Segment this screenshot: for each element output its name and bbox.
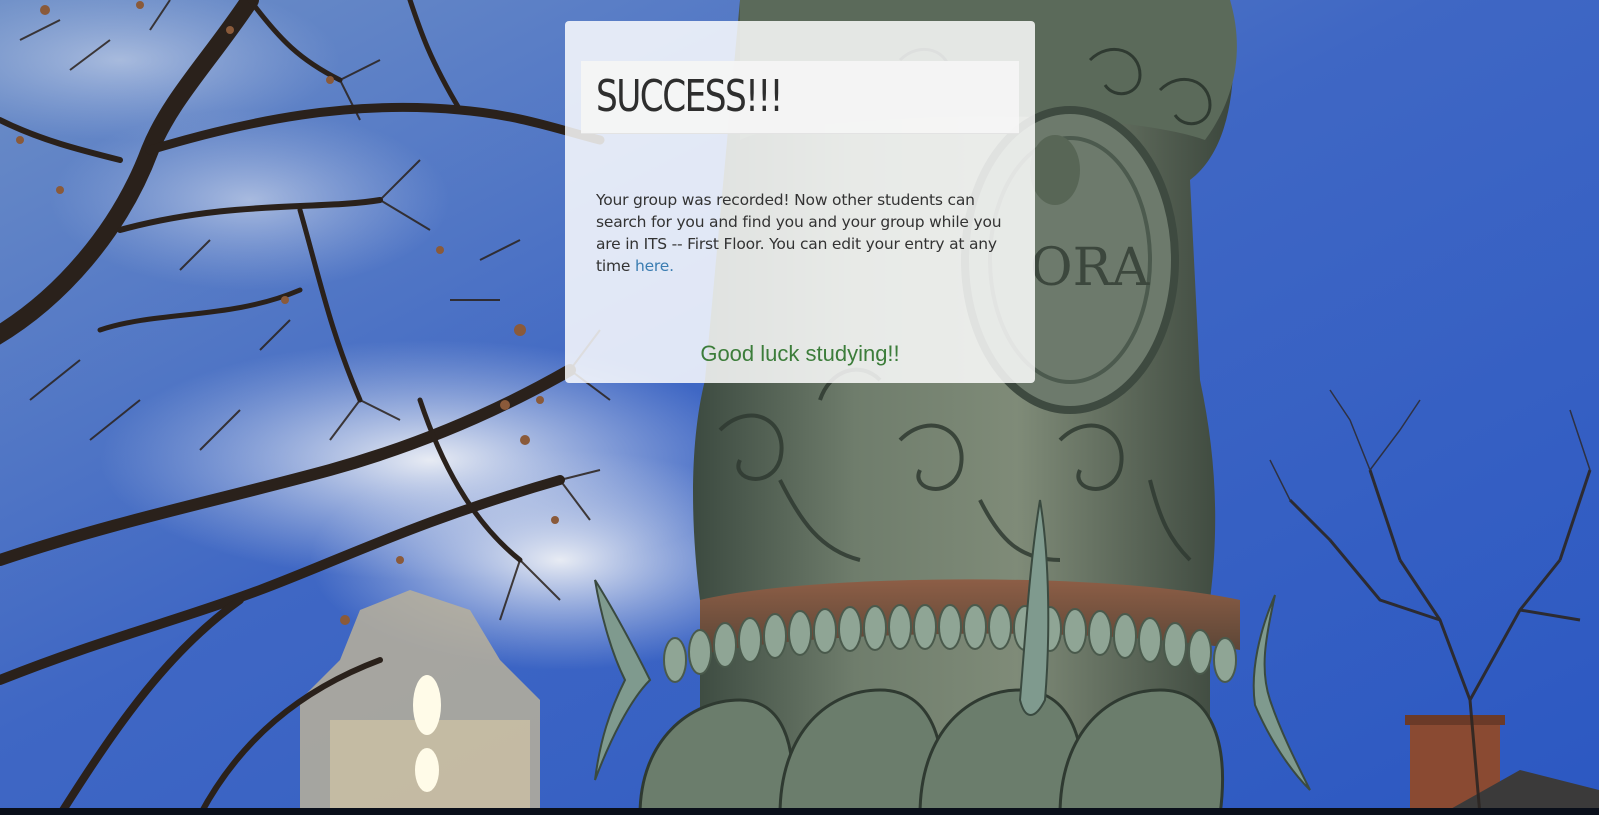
page-title: SUCCESS!!! [596, 71, 783, 122]
confirmation-message: Your group was recorded! Now other stude… [596, 189, 1011, 277]
edit-entry-link[interactable]: here. [635, 257, 674, 275]
svg-text:ORA: ORA [1030, 238, 1151, 298]
good-luck-message: Good luck studying!! [700, 341, 900, 366]
title-bar: SUCCESS!!! [581, 61, 1019, 134]
success-card: SUCCESS!!! Your group was recorded! Now … [565, 21, 1035, 383]
page: ORA SUCCESS!!! Your group was recorded! … [0, 0, 1599, 815]
